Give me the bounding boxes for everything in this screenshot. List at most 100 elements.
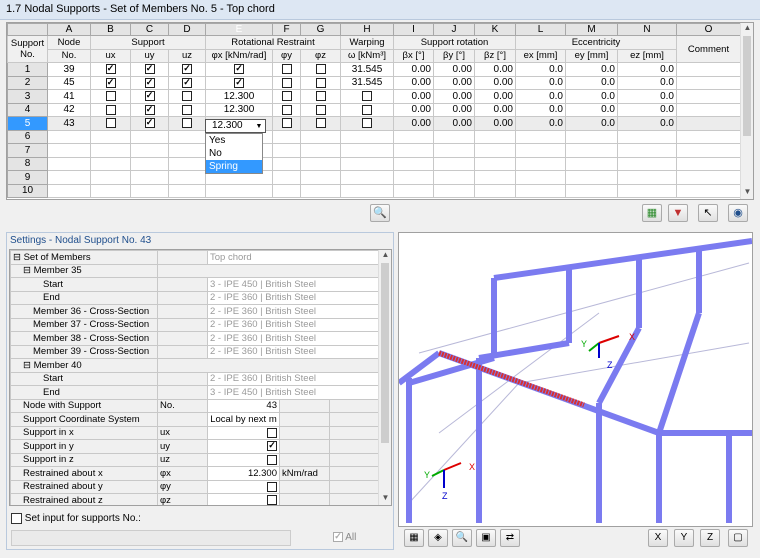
corner-cell[interactable] [7,23,48,36]
by-cell[interactable]: 0.00 [433,75,475,90]
settings-row[interactable]: Node with Support No. 43 [10,398,381,413]
empty-cell[interactable] [340,170,394,185]
uz-cell[interactable]: ✓ [168,75,206,90]
ey-cell[interactable]: 0.0 [565,89,618,104]
settings-row[interactable]: Member 38 - Cross-Section 2 - IPE 360 | B… [10,331,381,346]
row-number[interactable]: 9 [7,170,48,185]
visibility-button[interactable]: ◉ [728,204,748,222]
empty-cell[interactable] [47,143,91,158]
empty-cell[interactable] [676,170,741,185]
empty-cell[interactable] [433,143,475,158]
settings-row[interactable]: Support in y uy ✓ [10,439,381,454]
settings-row[interactable]: Member 39 - Cross-Section 2 - IPE 360 | B… [10,344,381,359]
empty-cell[interactable] [90,170,131,185]
uz-cell[interactable] [168,116,206,131]
node-cell[interactable]: 45 [47,75,91,90]
comment-cell[interactable] [676,62,741,77]
supports-no-input[interactable] [11,530,291,546]
settings-row[interactable]: ⊟ Set of Members Top chord [10,250,381,265]
empty-cell[interactable] [617,156,677,171]
bz-cell[interactable]: 0.00 [474,89,516,104]
settings-row[interactable]: End 3 - IPE 450 | British Steel [10,385,381,400]
settings-scrollbar[interactable]: ▲ ▼ [378,250,391,505]
empty-cell[interactable] [433,156,475,171]
bx-cell[interactable]: 0.00 [393,89,434,104]
uz-checkbox[interactable]: ✓ [182,77,192,88]
view-y-button[interactable]: Y [674,529,694,547]
empty-cell[interactable] [340,156,394,171]
settings-row[interactable]: Support in z uz [10,452,381,467]
table-row[interactable]: 5 43 ✓ 0.00 0.00 0.00 0.0 0.0 0.0 [7,116,741,131]
empty-cell[interactable] [676,183,741,198]
scroll-thumb[interactable] [743,36,751,136]
ez-cell[interactable]: 0.0 [617,89,677,104]
empty-cell[interactable] [393,143,434,158]
uz-checkbox[interactable] [182,118,192,129]
member-select-button[interactable]: ▦ [404,529,424,547]
empty-cell[interactable] [340,143,394,158]
warping-checkbox[interactable] [362,104,372,115]
setting-checkbox[interactable] [267,454,277,465]
bz-cell[interactable]: 0.00 [474,116,516,131]
setting-value[interactable]: Local by next m [207,412,280,427]
warping-checkbox[interactable] [362,91,372,102]
table-vertical-scrollbar[interactable]: ▲ ▼ [740,23,753,199]
view-x-button[interactable]: X [648,529,668,547]
phix-checkbox[interactable]: ✓ [234,77,244,88]
by-cell[interactable]: 0.00 [433,116,475,131]
row-number[interactable]: 7 [7,143,48,158]
empty-cell[interactable] [300,143,341,158]
ux-cell[interactable] [90,89,131,104]
empty-cell[interactable] [565,156,618,171]
empty-cell[interactable] [47,170,91,185]
empty-cell[interactable] [393,156,434,171]
table-row[interactable]: 3 41 ✓ 12.300 0.00 0.00 0.00 0.0 0.0 0.0 [7,89,741,104]
comment-cell[interactable] [676,75,741,90]
setting-checkbox[interactable] [267,427,277,438]
table-row[interactable]: 2 45 ✓ ✓ ✓ ✓ 31.545 0.00 0.00 0.00 0.0 0.0 0.0 [7,75,741,90]
empty-cell[interactable] [676,129,741,144]
column-letter-M[interactable]: M [565,23,618,36]
by-cell[interactable]: 0.00 [433,62,475,77]
ez-cell[interactable]: 0.0 [617,102,677,117]
phiy-checkbox[interactable] [281,118,292,129]
ex-cell[interactable]: 0.0 [515,102,566,117]
empty-cell[interactable] [47,183,91,198]
row-number[interactable]: 5 [7,116,48,131]
empty-cell[interactable] [565,170,618,185]
phiy-cell[interactable] [272,89,301,104]
all-checkbox[interactable]: ✓ All [333,532,356,543]
row-number[interactable]: 1 [7,62,48,77]
phiy-cell[interactable] [272,62,301,77]
empty-cell[interactable] [130,156,169,171]
empty-cell[interactable] [272,183,301,198]
option-spring[interactable]: Spring [206,160,262,173]
empty-cell[interactable] [90,156,131,171]
uy-checkbox[interactable]: ✓ [144,91,155,102]
phix-cell[interactable]: 12.300 [205,89,273,104]
empty-cell[interactable] [130,143,169,158]
table-row[interactable]: 4 42 ✓ 12.300 0.00 0.00 0.00 0.0 0.0 0.0 [7,102,741,117]
color-button[interactable]: ▣ [476,529,496,547]
comment-cell[interactable] [676,116,741,131]
display-button[interactable]: ◈ [428,529,448,547]
empty-cell[interactable] [300,170,341,185]
column-letter-E[interactable]: E [205,23,273,36]
empty-cell[interactable] [433,170,475,185]
phiy-checkbox[interactable] [281,91,292,102]
phiz-cell[interactable] [300,62,341,77]
phiy-checkbox[interactable] [281,77,292,88]
warping-checkbox[interactable] [362,118,372,129]
settings-row[interactable]: ⊟ Member 35 [10,263,381,278]
column-letter-G[interactable]: G [300,23,341,36]
ux-checkbox[interactable]: ✓ [105,77,116,88]
empty-cell[interactable] [168,156,206,171]
setting-value[interactable] [207,479,280,494]
settings-row[interactable]: Start 3 - IPE 450 | British Steel [10,277,381,292]
option-yes[interactable]: Yes [206,134,262,147]
empty-cell[interactable] [393,170,434,185]
empty-cell[interactable] [168,170,206,185]
phix-checkbox[interactable]: ✓ [234,64,244,75]
node-cell[interactable]: 41 [47,89,91,104]
column-letter-K[interactable]: K [474,23,516,36]
